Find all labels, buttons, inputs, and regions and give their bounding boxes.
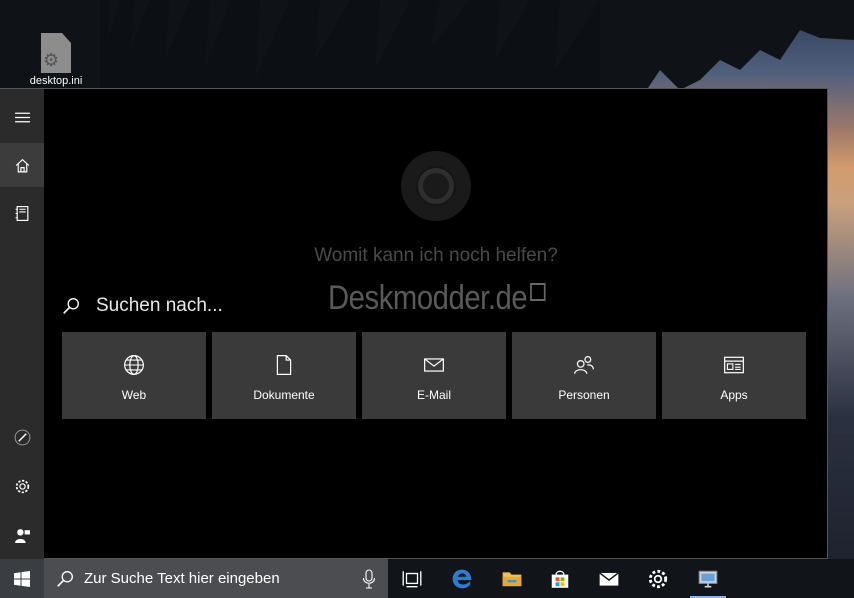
task-view-icon (402, 570, 422, 587)
edge-button[interactable] (438, 559, 486, 598)
store-icon (551, 570, 569, 588)
windows-logo-icon (14, 570, 30, 587)
start-button[interactable] (0, 559, 44, 598)
remote-desktop-button[interactable] (684, 559, 732, 598)
pen-icon (14, 429, 30, 445)
globe-icon (124, 355, 144, 375)
mail-app-button[interactable] (585, 559, 633, 598)
tile-documents[interactable]: Dokumente (212, 332, 356, 419)
cortana-search-row[interactable]: Suchen nach... (62, 291, 462, 321)
cortana-ring-inner (418, 168, 454, 204)
cortana-ring (401, 151, 471, 221)
taskbar-search-box[interactable]: Zur Suche Text hier eingeben (44, 559, 388, 598)
cortana-left-rail (0, 89, 44, 559)
hamburger-menu-button[interactable] (0, 95, 44, 139)
store-button[interactable] (536, 559, 584, 598)
notebook-icon (15, 205, 28, 221)
settings-file-icon: ⚙ (41, 33, 71, 73)
document-icon (276, 355, 292, 375)
taskbar-search-icon (57, 570, 73, 587)
people-icon (574, 356, 594, 374)
notebook-button[interactable] (0, 191, 44, 235)
remote-desktop-icon (698, 570, 718, 587)
mail-app-icon (599, 571, 619, 586)
desktop-icon-label: desktop.ini (29, 75, 83, 87)
tile-apps[interactable]: Apps (662, 332, 806, 419)
tile-email[interactable]: E-Mail (362, 332, 506, 419)
tile-email-label: E-Mail (416, 388, 451, 402)
tile-web[interactable]: Web (62, 332, 206, 419)
watermark-pencil-icon (529, 283, 546, 301)
menu-icon (14, 112, 30, 122)
search-icon (63, 298, 79, 314)
feedback-icon (14, 528, 30, 543)
settings-button[interactable] (0, 464, 44, 508)
search-category-tiles: Web Dokumente E-Mail Personen Apps (62, 332, 806, 420)
tile-web-label: Web (121, 388, 147, 402)
settings-app-button[interactable] (634, 559, 682, 598)
settings-icon (648, 569, 668, 588)
home-button[interactable] (0, 143, 44, 187)
edge-icon (452, 569, 472, 588)
tile-apps-label: Apps (720, 388, 748, 402)
apps-icon (724, 356, 744, 374)
tile-documents-label: Dokumente (253, 388, 315, 402)
cortana-panel: Womit kann ich noch helfen? Deskmodder.d… (0, 88, 828, 559)
file-explorer-icon (502, 571, 522, 586)
gear-icon (15, 479, 29, 493)
cortana-prompt: Womit kann ich noch helfen? (314, 245, 558, 266)
taskbar-search-text: Zur Suche Text hier eingeben (84, 570, 280, 587)
home-icon (15, 158, 29, 172)
taskbar: Zur Suche Text hier eingeben (0, 559, 854, 598)
microphone-icon[interactable] (362, 569, 376, 589)
tile-people-label: Personen (558, 388, 610, 402)
mail-icon (424, 358, 444, 372)
desktop-file-shortcut[interactable]: ⚙ desktop.ini (26, 30, 86, 90)
task-view-button[interactable] (388, 559, 436, 598)
ink-button[interactable] (0, 415, 44, 459)
feedback-button[interactable] (0, 513, 44, 557)
tile-people[interactable]: Personen (512, 332, 656, 419)
file-explorer-button[interactable] (488, 559, 536, 598)
cortana-search-text: Suchen nach... (96, 295, 223, 316)
